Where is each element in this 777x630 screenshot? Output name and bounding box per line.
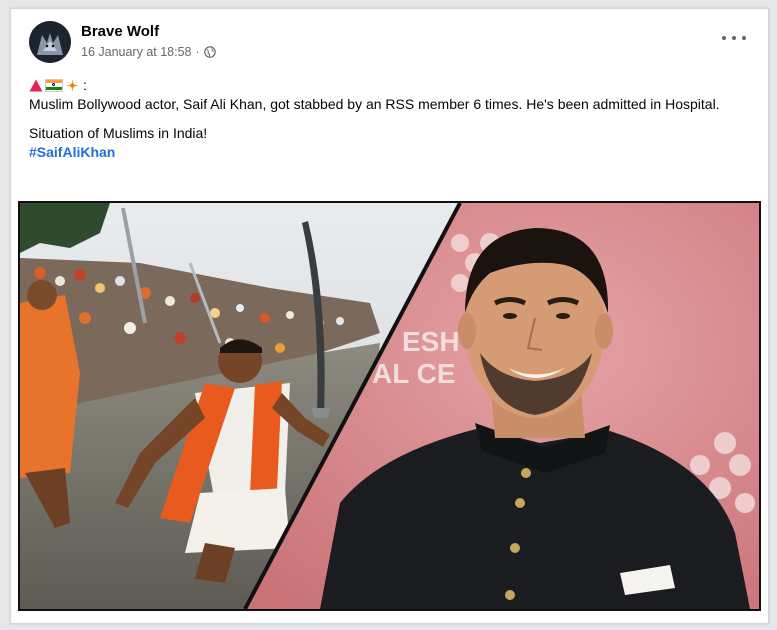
facebook-post-card: Brave Wolf 16 January at 18:58 ·: Musli… (10, 8, 769, 624)
author-name[interactable]: Brave Wolf (81, 23, 159, 40)
warning-triangle-icon (29, 79, 43, 91)
emoji-suffix: : (83, 76, 87, 93)
india-flag-icon (45, 78, 63, 92)
post-timestamp[interactable]: 16 January at 18:58 (81, 45, 192, 59)
post-image[interactable]: ESH AL CE (18, 201, 761, 611)
more-options-icon[interactable] (722, 31, 746, 45)
backdrop-text-line2: AL CE (372, 358, 456, 389)
wolf-avatar-icon (29, 21, 71, 63)
hashtag-link[interactable]: #SaifAliKhan (29, 143, 754, 162)
sparkle-icon (65, 78, 80, 92)
post-header: Brave Wolf 16 January at 18:58 · (11, 9, 768, 75)
post-body: : Muslim Bollywood actor, Saif Ali Khan,… (29, 75, 754, 162)
backdrop-text-line1: ESH (402, 326, 460, 357)
meta-separator: · (195, 45, 200, 59)
post-text-paragraph-2: Situation of Muslims in India! (29, 125, 208, 141)
emoji-row: : (29, 75, 754, 95)
avatar[interactable] (29, 21, 71, 63)
composite-image-illustration: ESH AL CE (20, 203, 759, 609)
post-text-paragraph-1: Muslim Bollywood actor, Saif Ali Khan, g… (29, 96, 720, 112)
post-meta: 16 January at 18:58 · (81, 45, 216, 59)
globe-icon (203, 46, 216, 58)
